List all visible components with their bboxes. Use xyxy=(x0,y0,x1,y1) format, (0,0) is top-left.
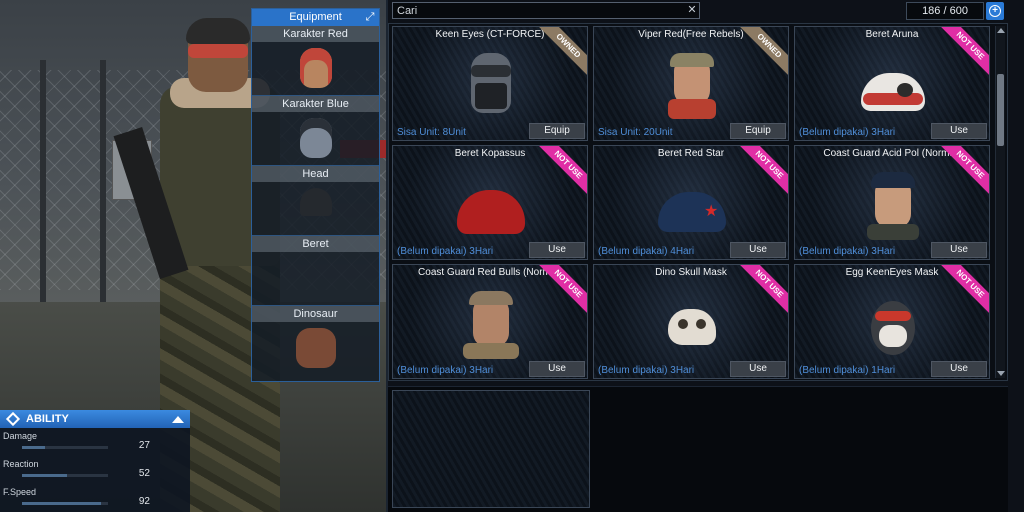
equipment-panel: Equipment ⤢ Karakter Red Karakter Blue H… xyxy=(251,8,380,382)
item-card[interactable]: Coast Guard Red Bulls (Normal) NOT USE (… xyxy=(392,264,588,379)
item-card[interactable]: Beret Kopassus NOT USE (Belum dipakai) 3… xyxy=(392,145,588,260)
scroll-thumb[interactable] xyxy=(997,74,1004,146)
item-image-egg-keeneyes-mask xyxy=(859,281,927,361)
item-grid-scrollbar[interactable] xyxy=(995,26,1005,378)
item-image-keen-eyes xyxy=(457,43,525,123)
equip-button[interactable]: Equip xyxy=(730,123,786,139)
item-info: Sisa Unit: 20Unit xyxy=(598,127,673,138)
slot-label: Dinosaur xyxy=(252,306,379,322)
fence-post xyxy=(100,60,106,320)
stat-value: 92 xyxy=(138,496,150,507)
scroll-up-icon[interactable] xyxy=(997,28,1005,33)
item-image-coast-guard-acid-pol xyxy=(859,162,927,242)
item-preview-slot xyxy=(392,390,590,508)
slot-label: Head xyxy=(252,166,379,182)
head-item-image xyxy=(286,184,346,234)
item-image-viper-red xyxy=(658,43,726,123)
item-card[interactable]: Dino Skull Mask NOT USE (Belum dipakai) … xyxy=(593,264,789,379)
item-info: (Belum dipakai) 3Hari xyxy=(397,365,494,376)
stat-label: F.Speed xyxy=(3,487,37,497)
stat-fspeed: F.Speed 92 xyxy=(0,484,190,512)
ability-panel: ABILITY Damage 27 Reaction 52 F.Speed 92 xyxy=(0,410,190,512)
stat-value: 27 xyxy=(138,440,150,451)
item-image-dino-skull-mask xyxy=(658,281,726,361)
use-button[interactable]: Use xyxy=(529,242,585,258)
fence-post xyxy=(40,60,46,320)
item-info: (Belum dipakai) 4Hari xyxy=(598,246,695,257)
item-card[interactable]: Viper Red(Free Rebels) OWNED Sisa Unit: … xyxy=(593,26,789,141)
stat-damage: Damage 27 xyxy=(0,428,190,456)
use-button[interactable]: Use xyxy=(931,361,987,377)
item-card[interactable]: Egg KeenEyes Mask NOT USE (Belum dipakai… xyxy=(794,264,990,379)
item-info: (Belum dipakai) 3Hari xyxy=(598,365,695,376)
use-button[interactable]: Use xyxy=(931,123,987,139)
item-info: (Belum dipakai) 1Hari xyxy=(799,365,896,376)
collapse-icon[interactable] xyxy=(172,416,184,423)
use-button[interactable]: Use xyxy=(730,242,786,258)
dinosaur-portrait xyxy=(286,324,346,374)
item-info: Sisa Unit: 8Unit xyxy=(397,127,466,138)
slot-label: Beret xyxy=(252,236,379,252)
stat-value: 52 xyxy=(138,468,150,479)
item-info: (Belum dipakai) 3Hari xyxy=(799,246,896,257)
equipment-title: Equipment xyxy=(289,11,342,23)
diamond-icon xyxy=(5,411,21,427)
equipment-slot-karakter-red[interactable]: Karakter Red xyxy=(252,26,379,96)
equipment-slot-dinosaur[interactable]: Dinosaur xyxy=(252,306,379,376)
item-image-coast-guard-red-bulls xyxy=(457,281,525,361)
equipment-header: Equipment ⤢ xyxy=(252,9,379,26)
equipment-slot-beret[interactable]: Beret xyxy=(252,236,379,306)
slot-label: Karakter Blue xyxy=(252,96,379,112)
item-info: (Belum dipakai) 3Hari xyxy=(799,127,896,138)
karakter-red-portrait xyxy=(286,44,346,94)
equipment-slot-head[interactable]: Head xyxy=(252,166,379,236)
item-card[interactable]: Coast Guard Acid Pol (Normal) NOT USE (B… xyxy=(794,145,990,260)
star-icon: ★ xyxy=(704,203,719,220)
stat-bar xyxy=(22,502,108,505)
search-input[interactable] xyxy=(392,2,700,19)
item-info: (Belum dipakai) 3Hari xyxy=(397,246,494,257)
use-button[interactable]: Use xyxy=(529,361,585,377)
slot-label: Karakter Red xyxy=(252,26,379,42)
karakter-blue-portrait xyxy=(286,114,346,164)
item-image-beret-red-star: ★ xyxy=(658,162,726,242)
expand-icon[interactable]: ⤢ xyxy=(364,11,376,23)
stat-reaction: Reaction 52 xyxy=(0,456,190,484)
equip-button[interactable]: Equip xyxy=(529,123,585,139)
ability-header[interactable]: ABILITY xyxy=(0,410,190,428)
item-card[interactable]: Beret Aruna NOT USE (Belum dipakai) 3Har… xyxy=(794,26,990,141)
use-button[interactable]: Use xyxy=(931,242,987,258)
scroll-down-icon[interactable] xyxy=(997,371,1005,376)
item-card[interactable]: Keen Eyes (CT-FORCE) OWNED Sisa Unit: 8U… xyxy=(392,26,588,141)
inventory-count: 186 / 600 xyxy=(906,2,984,20)
item-image-beret-kopassus xyxy=(457,162,525,242)
item-image-beret-aruna xyxy=(859,43,927,123)
item-card[interactable]: Beret Red Star ★ NOT USE (Belum dipakai)… xyxy=(593,145,789,260)
stat-bar xyxy=(22,446,108,449)
close-icon[interactable]: ✕ xyxy=(686,3,698,17)
use-button[interactable]: Use xyxy=(730,361,786,377)
stat-label: Reaction xyxy=(3,459,39,469)
stat-label: Damage xyxy=(3,431,38,441)
ability-title: ABILITY xyxy=(26,413,69,425)
plus-icon: + xyxy=(989,5,1001,17)
expand-inventory-button[interactable]: + xyxy=(986,2,1004,20)
equipment-slot-karakter-blue[interactable]: Karakter Blue xyxy=(252,96,379,166)
stat-bar xyxy=(22,474,108,477)
